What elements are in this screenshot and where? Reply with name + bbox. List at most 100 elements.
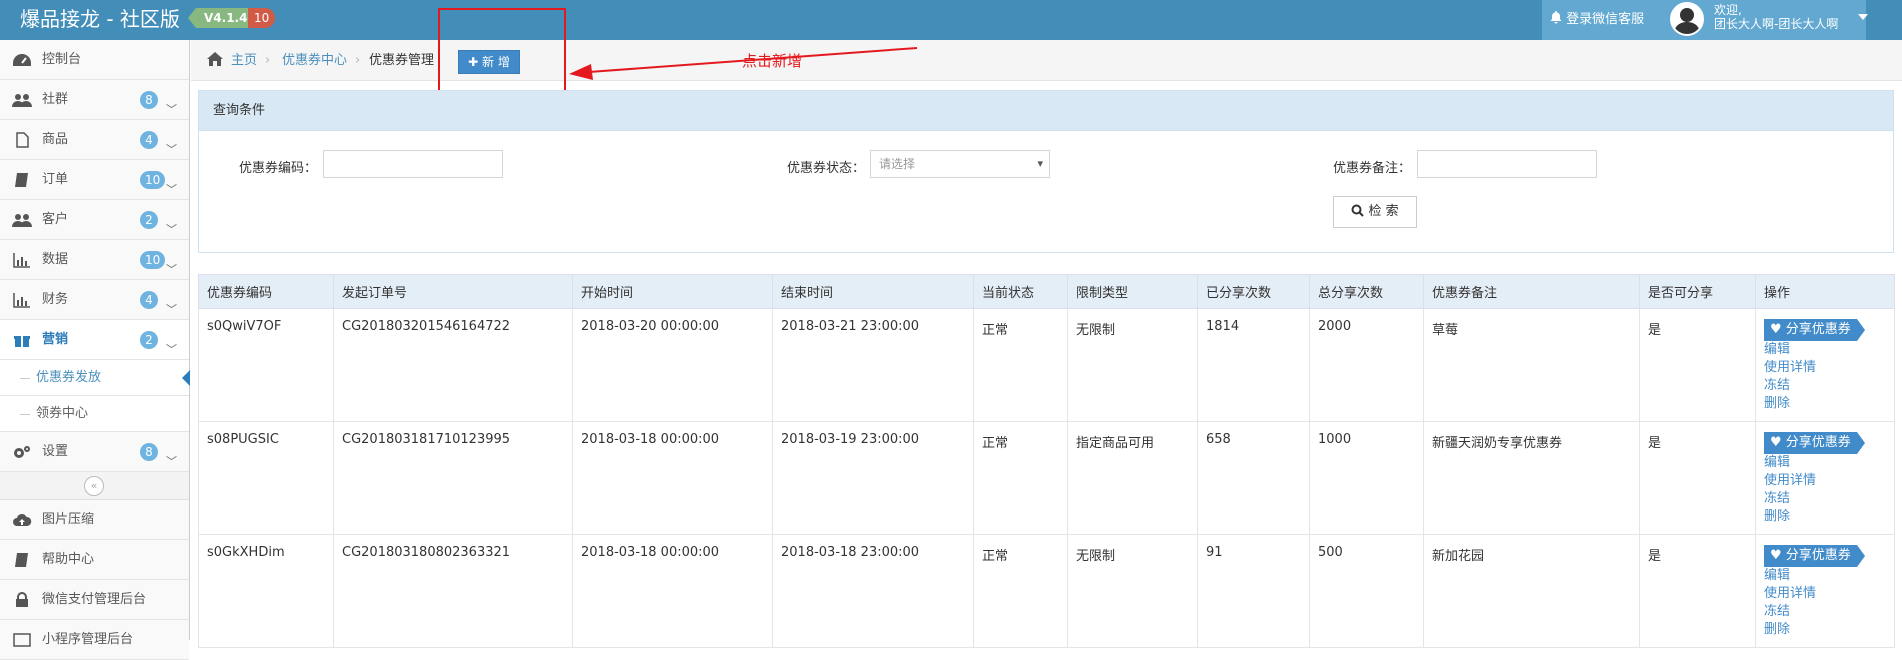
sidebar-item-data[interactable]: 数据 10 ﹀: [0, 240, 189, 280]
sidebar-subitem-coupon-center[interactable]: 领券中心: [0, 396, 189, 432]
sidebar-item-finance[interactable]: 财务 4 ﹀: [0, 280, 189, 320]
sidebar-item-label: 社群: [42, 92, 69, 107]
share-coupon-button[interactable]: ♥ 分享优惠券: [1764, 319, 1865, 341]
table-cell: 新加花园: [1423, 534, 1640, 648]
column-header: 总分享次数: [1309, 274, 1424, 309]
column-header: 限制类型: [1067, 274, 1198, 309]
users-icon: [12, 214, 32, 227]
sidebar-item-label: 图片压缩: [42, 512, 95, 527]
breadcrumb-home-link[interactable]: 主页: [231, 40, 257, 81]
search-panel: 查询条件 优惠券编码： 优惠券状态： 请选择 优惠券备注： 检 索: [198, 90, 1894, 253]
user-menu[interactable]: 欢迎, 团长大人啊-团长大人啊: [1666, 0, 1868, 40]
edit-link[interactable]: 编辑: [1764, 454, 1894, 472]
usage-detail-link[interactable]: 使用详情: [1764, 585, 1894, 603]
column-header: 是否可分享: [1639, 274, 1756, 309]
login-wechat-service-label: 登录微信客服: [1566, 12, 1645, 27]
sidebar-item-customers[interactable]: 客户 2 ﹀: [0, 200, 189, 240]
table-header-row: 优惠券编码 发起订单号 开始时间 结束时间 当前状态 限制类型 已分享次数 总分…: [198, 274, 1895, 309]
cloud-upload-icon: [13, 513, 32, 526]
sidebar-item-label: 控制台: [42, 52, 82, 67]
table-cell: 91: [1197, 534, 1310, 648]
welcome-text: 欢迎,: [1714, 3, 1742, 17]
coupon-table: 优惠券编码 发起订单号 开始时间 结束时间 当前状态 限制类型 已分享次数 总分…: [198, 274, 1895, 648]
breadcrumb-current: 优惠券管理: [369, 53, 435, 68]
heart-icon: ♥: [1770, 548, 1782, 563]
table-cell: CG201803201546164722: [333, 308, 573, 422]
coupon-remark-label: 优惠券备注：: [1333, 161, 1412, 176]
home-icon: [207, 52, 223, 66]
sidebar-item-miniprogram[interactable]: 小程序管理后台: [0, 620, 189, 660]
sidebar-item-label: 数据: [42, 252, 69, 267]
count-badge: 8: [140, 91, 158, 109]
freeze-link[interactable]: 冻结: [1764, 603, 1894, 621]
coupon-code-input[interactable]: [323, 150, 503, 178]
table-row: s08PUGSIC CG201803181710123995 2018-03-1…: [198, 421, 1895, 535]
table-cell: 1814: [1197, 308, 1310, 422]
share-coupon-button[interactable]: ♥ 分享优惠券: [1764, 432, 1865, 454]
breadcrumb-coupon-center-link[interactable]: 优惠券中心: [282, 40, 347, 81]
table-cell: CG201803181710123995: [333, 421, 573, 535]
username: 团长大人啊-团长大人啊: [1714, 17, 1839, 31]
sidebar-subitem-coupon-issue[interactable]: 优惠券发放: [0, 360, 190, 396]
table-row: s0GkXHDim CG201803180802363321 2018-03-1…: [198, 534, 1895, 648]
count-badge: 10: [140, 171, 166, 189]
sidebar-item-goods[interactable]: 商品 4 ﹀: [0, 120, 189, 160]
table-cell: 是: [1639, 308, 1756, 422]
table-cell: 指定商品可用: [1067, 421, 1198, 535]
edit-link[interactable]: 编辑: [1764, 341, 1894, 359]
share-coupon-label: 分享优惠券: [1785, 322, 1851, 337]
actions-cell: ♥ 分享优惠券 编辑 使用详情 冻结 删除: [1755, 534, 1895, 648]
delete-link[interactable]: 删除: [1764, 395, 1894, 413]
main-content: 主页 › 优惠券中心 › 优惠券管理 ✚ 新 增 点击新增 查询条件 优惠券编码…: [191, 8, 1902, 648]
coupon-remark-input[interactable]: [1417, 150, 1597, 178]
sidebar-item-dashboard[interactable]: 控制台: [0, 40, 189, 80]
double-chevron-left-icon[interactable]: «: [84, 476, 104, 496]
table-cell: 1000: [1309, 421, 1424, 535]
sidebar-subitem-label: 优惠券发放: [36, 370, 102, 385]
search-button[interactable]: 检 索: [1333, 196, 1417, 228]
sidebar-item-community[interactable]: 社群 8 ﹀: [0, 80, 189, 120]
sidebar-item-label: 财务: [42, 292, 69, 307]
count-badge: 4: [140, 291, 158, 309]
sidebar-item-help[interactable]: 帮助中心: [0, 540, 189, 580]
sidebar-item-label: 帮助中心: [42, 552, 95, 567]
table-cell: 是: [1639, 421, 1756, 535]
sidebar-item-orders[interactable]: 订单 10 ﹀: [0, 160, 189, 200]
sidebar-item-marketing[interactable]: 营销 2 ﹀: [0, 320, 189, 360]
delete-link[interactable]: 删除: [1764, 508, 1894, 526]
heart-icon: ♥: [1770, 322, 1782, 337]
file-icon: [16, 132, 29, 148]
share-coupon-button[interactable]: ♥ 分享优惠券: [1764, 545, 1865, 567]
sidebar-item-label: 微信支付管理后台: [42, 592, 147, 607]
brand-title[interactable]: 爆品接龙 - 社区版: [20, 6, 180, 32]
tree-dash: [20, 378, 30, 379]
usage-detail-link[interactable]: 使用详情: [1764, 472, 1894, 490]
freeze-link[interactable]: 冻结: [1764, 490, 1894, 508]
freeze-link[interactable]: 冻结: [1764, 377, 1894, 395]
column-header: 操作: [1755, 274, 1895, 309]
book-icon: [15, 553, 28, 567]
users-icon: [12, 94, 32, 107]
sidebar-subitem-label: 领券中心: [36, 406, 89, 421]
breadcrumb-separator: ›: [355, 53, 361, 68]
dashboard-icon: [13, 54, 31, 66]
table-cell: 正常: [973, 534, 1068, 648]
delete-link[interactable]: 删除: [1764, 621, 1894, 639]
edit-link[interactable]: 编辑: [1764, 567, 1894, 585]
table-cell: 2018-03-18 23:00:00: [772, 534, 974, 648]
bell-icon: [1550, 11, 1562, 24]
sidebar-item-image-compress[interactable]: 图片压缩: [0, 500, 189, 540]
login-wechat-service-button[interactable]: 登录微信客服: [1542, 0, 1666, 40]
coupon-status-select[interactable]: 请选择: [870, 150, 1050, 178]
count-badge: 10: [140, 251, 166, 269]
sidebar-item-settings[interactable]: 设置 8 ﹀: [0, 432, 189, 472]
sidebar-item-wechat-pay[interactable]: 微信支付管理后台: [0, 580, 189, 620]
sidebar: 控制台 社群 8 ﹀ 商品 4 ﹀ 订单 10 ﹀ 客户 2 ﹀ 数据 10 ﹀…: [0, 40, 190, 660]
table-cell: 正常: [973, 421, 1068, 535]
table-cell: 2000: [1309, 308, 1424, 422]
search-button-label: 检 索: [1368, 204, 1399, 219]
column-header: 当前状态: [973, 274, 1068, 309]
usage-detail-link[interactable]: 使用详情: [1764, 359, 1894, 377]
table-cell: 草莓: [1423, 308, 1640, 422]
table-cell: 500: [1309, 534, 1424, 648]
